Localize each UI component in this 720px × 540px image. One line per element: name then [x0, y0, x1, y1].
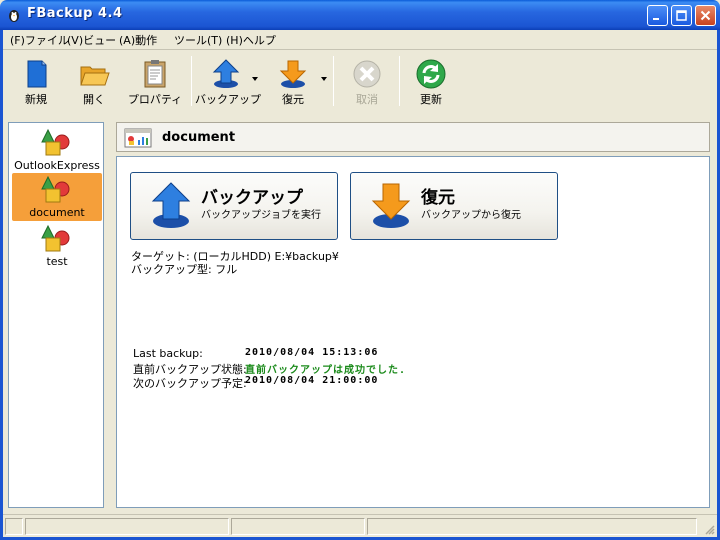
backup-label: バックアップ	[195, 93, 261, 106]
restore-dropdown-chevron-icon[interactable]	[321, 77, 327, 81]
new-label: 新規	[25, 93, 47, 106]
run-backup-subtitle: バックアップジョブを実行	[201, 210, 321, 221]
restore-down-arrow-icon	[279, 60, 307, 88]
job-label: OutlookExpress	[14, 159, 100, 172]
maximize-icon	[676, 10, 687, 21]
job-shapes-icon	[41, 175, 70, 203]
menu-view[interactable]: (V)ビュー	[67, 32, 116, 48]
next-backup-label: 次のバックアップ予定:	[133, 377, 247, 390]
backup-up-arrow-icon	[151, 182, 191, 228]
content-header: document	[116, 122, 710, 152]
resize-grip-icon[interactable]	[703, 523, 715, 535]
backup-button[interactable]: バックアップ	[195, 50, 261, 112]
menu-bar: (F)ファイル (V)ビュー (A)動作 ツール(T) (H)ヘルプ	[3, 30, 717, 49]
backup-up-arrow-icon	[212, 59, 240, 88]
job-label: test	[46, 255, 68, 268]
job-detail-panel: バックアップ バックアップジョブを実行 復元 バックアップから復元 ターゲット:…	[116, 156, 710, 508]
cancel-button[interactable]: 取消	[339, 50, 395, 112]
job-list-panel: OutlookExpress document test	[8, 122, 104, 508]
last-status-value: 直前バックアップは成功でした.	[245, 365, 407, 376]
cancel-label: 取消	[356, 93, 378, 106]
restore-button[interactable]: 復元	[265, 50, 321, 112]
window-title: FBackup 4.4	[27, 6, 123, 21]
new-button[interactable]: 新規	[9, 50, 63, 112]
run-restore-button[interactable]: 復元 バックアップから復元	[350, 172, 558, 240]
refresh-icon	[416, 59, 446, 89]
page-title: document	[162, 130, 236, 145]
properties-label: プロパティ	[127, 93, 183, 106]
minimize-button[interactable]	[647, 5, 668, 26]
toolbar-divider	[399, 56, 400, 106]
toolbar: 新規 開く プロパティ バックアップ 復元 取消 更新	[3, 50, 717, 114]
menu-action[interactable]: (A)動作	[119, 32, 157, 48]
open-folder-icon	[80, 66, 110, 86]
close-icon	[700, 10, 711, 21]
job-label: document	[29, 206, 85, 219]
app-penguin-icon	[9, 10, 19, 22]
properties-button[interactable]: プロパティ	[125, 50, 185, 112]
status-cell	[367, 518, 697, 535]
job-item-test[interactable]: test	[12, 222, 102, 270]
cancel-x-icon	[353, 60, 381, 88]
open-label: 開く	[83, 93, 105, 106]
backup-dropdown-chevron-icon[interactable]	[252, 77, 258, 81]
title-bar[interactable]: FBackup 4.4	[0, 0, 720, 30]
toolbar-divider	[191, 56, 192, 106]
backup-type-info: バックアップ型: フル	[131, 263, 238, 276]
properties-clipboard-icon	[144, 60, 166, 88]
toolbar-divider	[333, 56, 334, 106]
run-backup-button[interactable]: バックアップ バックアップジョブを実行	[130, 172, 338, 240]
menu-help[interactable]: (H)ヘルプ	[226, 32, 276, 48]
job-item-outlookexpress[interactable]: OutlookExpress	[12, 126, 102, 174]
job-item-document[interactable]: document	[12, 173, 102, 221]
job-summary-icon	[124, 128, 152, 148]
menu-file[interactable]: (F)ファイル	[10, 32, 69, 48]
status-cell	[231, 518, 365, 535]
restore-down-arrow-icon	[371, 183, 411, 228]
next-backup-value: 2010/08/04 21:00:00	[245, 375, 379, 386]
job-shapes-icon	[41, 128, 70, 156]
run-restore-title: 復元	[421, 188, 455, 208]
job-shapes-icon	[41, 224, 70, 252]
open-button[interactable]: 開く	[67, 50, 121, 112]
run-restore-subtitle: バックアップから復元	[421, 210, 521, 221]
refresh-button[interactable]: 更新	[403, 50, 459, 112]
refresh-label: 更新	[420, 93, 442, 106]
status-cell	[25, 518, 229, 535]
last-backup-value: 2010/08/04 15:13:06	[245, 347, 379, 358]
status-cell	[5, 518, 23, 535]
new-document-icon	[27, 60, 47, 88]
run-backup-title: バックアップ	[201, 188, 303, 208]
restore-label: 復元	[282, 93, 304, 106]
menu-tools[interactable]: ツール(T)	[174, 32, 222, 48]
last-backup-label: Last backup:	[133, 347, 203, 360]
status-bar	[3, 514, 717, 537]
maximize-button[interactable]	[671, 5, 692, 26]
minimize-icon	[653, 18, 659, 20]
close-button[interactable]	[695, 5, 716, 26]
